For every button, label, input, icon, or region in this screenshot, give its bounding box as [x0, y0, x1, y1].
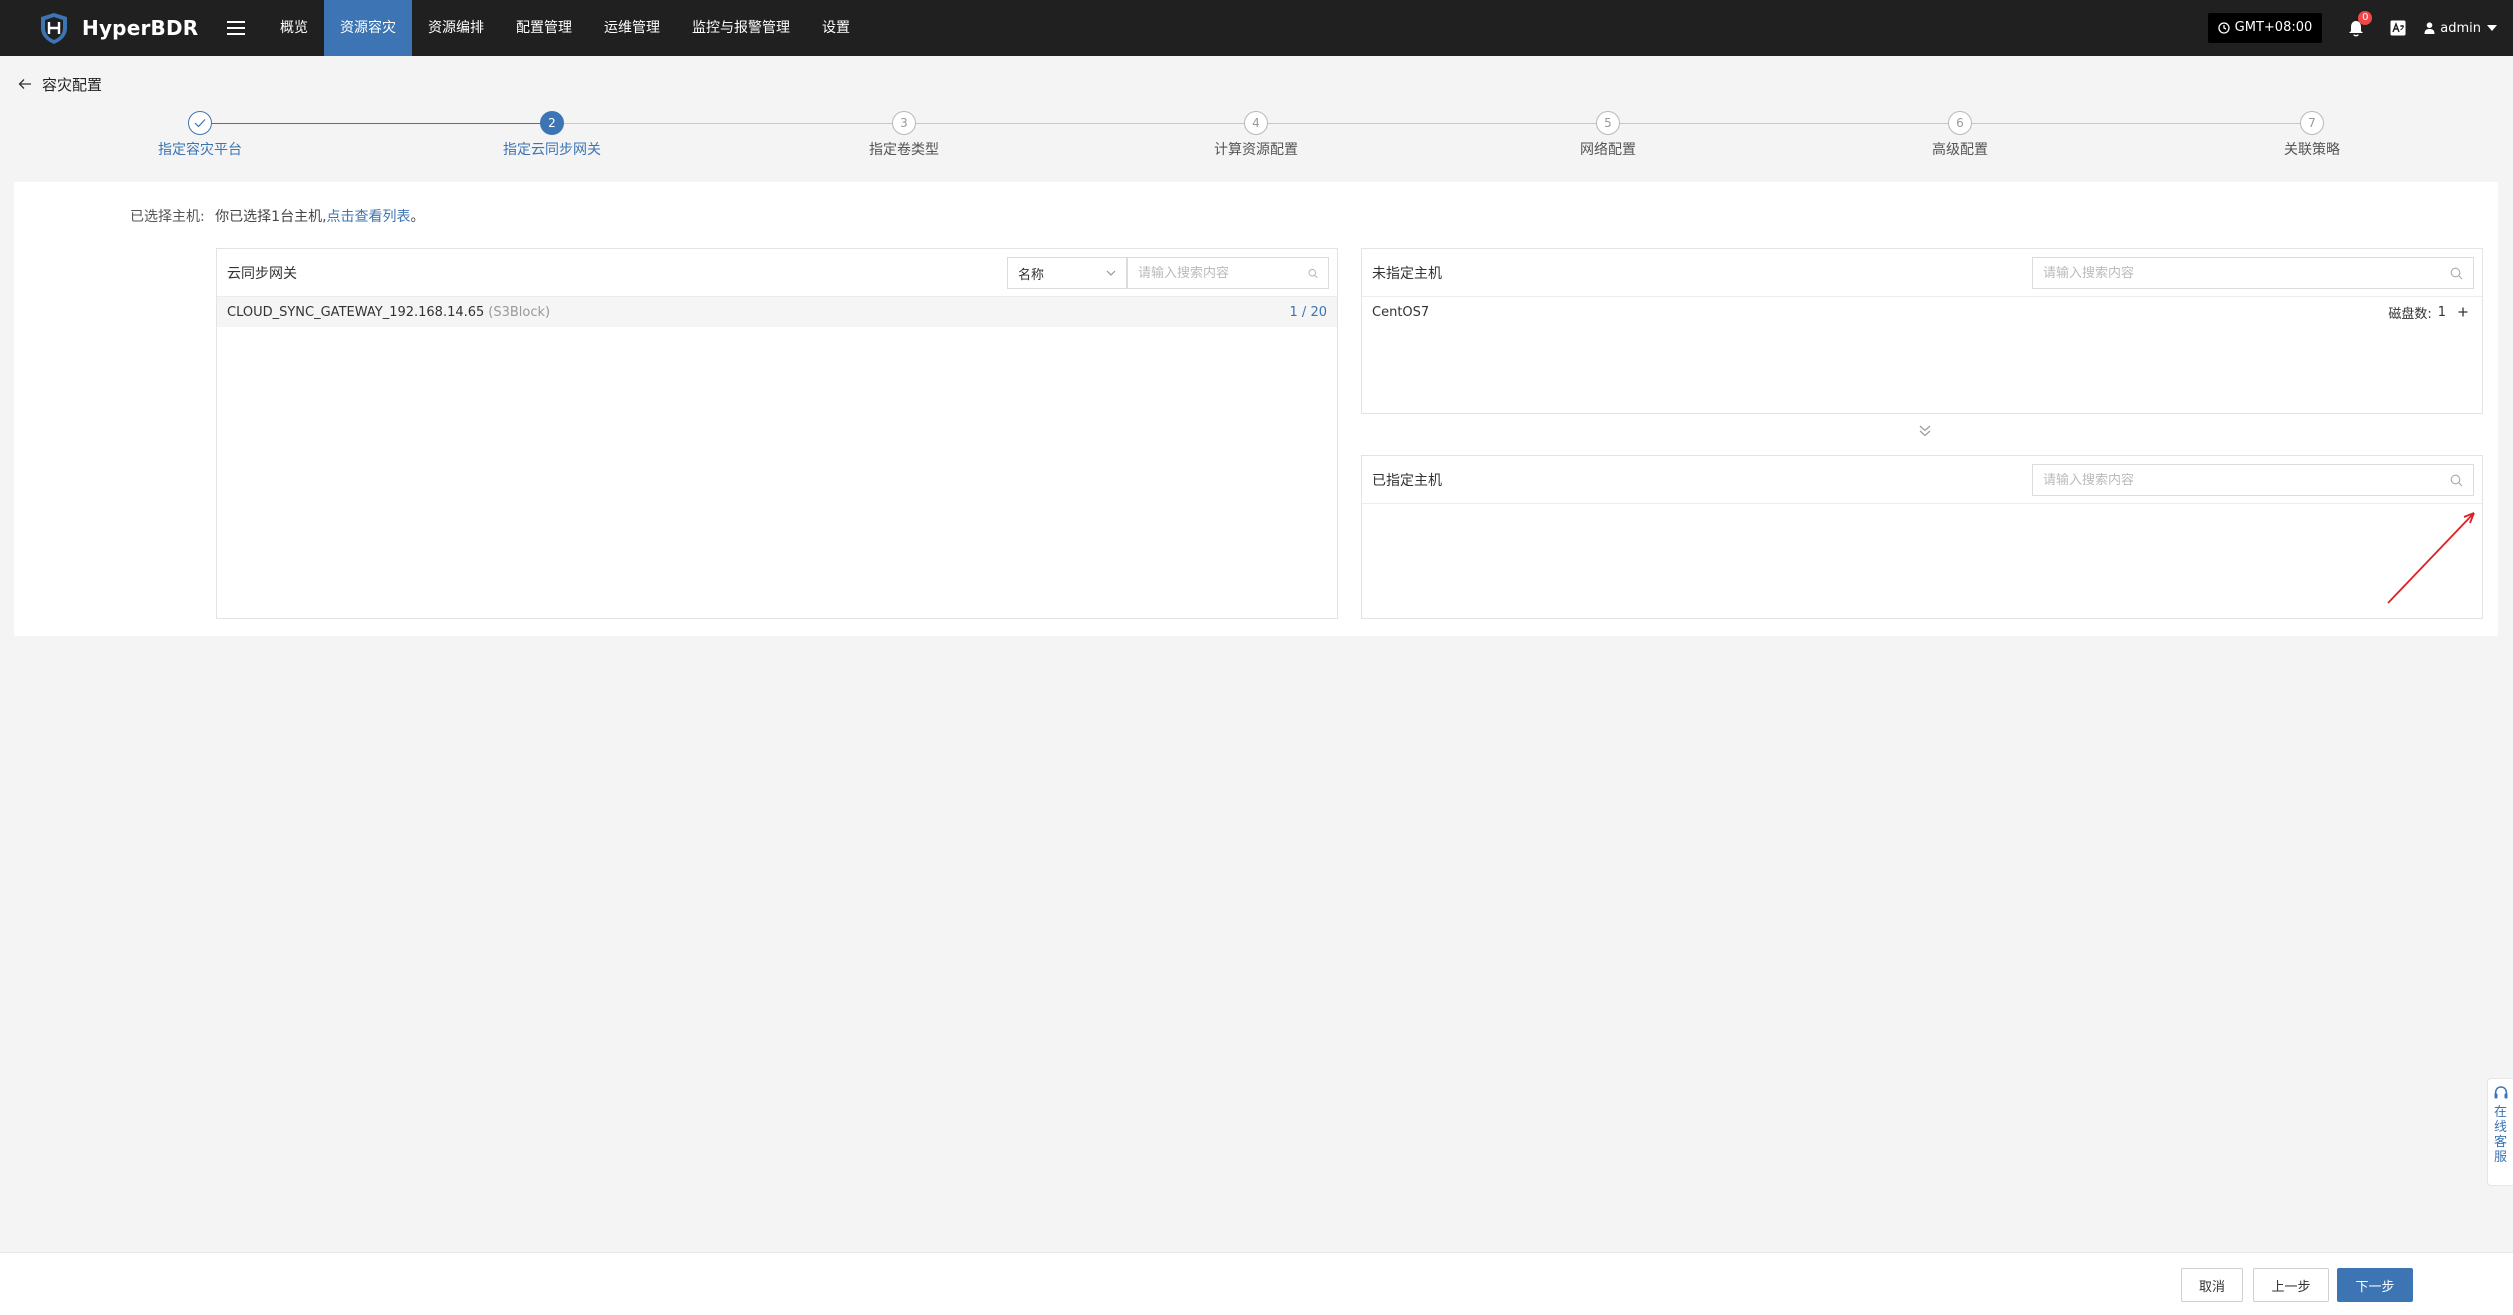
nav-item-config-management[interactable]: 配置管理	[500, 0, 588, 56]
step-circle: 6	[1948, 111, 1972, 135]
selected-hosts-line: 已选择主机: 你已选择1台主机,点击查看列表。	[130, 206, 425, 226]
unassigned-search-input[interactable]	[2043, 265, 2450, 281]
step-label: 网络配置	[1580, 142, 1636, 158]
gateway-filter-value: 名称	[1018, 267, 1045, 283]
chevron-down-icon	[1106, 270, 1116, 276]
selected-hosts-suffix: 。	[410, 209, 425, 225]
host-name: CentOS7	[1372, 304, 1430, 320]
nav-item-settings[interactable]: 设置	[806, 0, 866, 56]
main-nav: 概览 资源容灾 资源编排 配置管理 运维管理 监控与报警管理 设置	[264, 0, 866, 56]
cancel-button[interactable]: 取消	[2181, 1268, 2243, 1302]
step-7[interactable]: 7 关联策略	[2212, 108, 2412, 159]
step-label: 关联策略	[2284, 142, 2340, 158]
step-circle: 2	[540, 111, 564, 135]
disk-count-label: 磁盘数:	[2388, 306, 2432, 322]
shield-logo-icon	[41, 13, 67, 44]
next-step-button[interactable]: 下一步	[2337, 1268, 2413, 1302]
selected-hosts-label: 已选择主机:	[130, 209, 205, 225]
language-button[interactable]	[2388, 18, 2408, 38]
top-navbar: HyperBDR 概览 资源容灾 资源编排 配置管理 运维管理 监控与报警管理 …	[0, 0, 2513, 56]
caret-down-icon	[2487, 25, 2497, 31]
step-label: 指定容灾平台	[158, 142, 242, 158]
menu-toggle-button[interactable]	[214, 0, 258, 56]
step-label: 指定云同步网关	[503, 142, 601, 158]
translate-icon	[2390, 20, 2406, 36]
back-button[interactable]	[16, 75, 34, 93]
gateway-search	[1127, 257, 1329, 289]
step-circle	[188, 111, 212, 135]
assigned-panel-title: 已指定主机	[1372, 472, 1442, 489]
step-label: 计算资源配置	[1214, 142, 1298, 158]
gateway-filter-select[interactable]: 名称	[1007, 257, 1127, 289]
step-circle: 3	[892, 111, 916, 135]
headset-icon	[2494, 1086, 2507, 1099]
gateway-panel-header: 云同步网关 名称	[217, 249, 1337, 297]
user-name: admin	[2440, 20, 2481, 36]
unassigned-hosts-panel: 未指定主机 CentOS7 磁盘数: 1	[1361, 248, 2483, 414]
add-host-button[interactable]	[2456, 305, 2470, 319]
unassigned-panel-title: 未指定主机	[1372, 265, 1442, 282]
step-label: 高级配置	[1932, 142, 1988, 158]
step-1[interactable]: 指定容灾平台	[100, 108, 300, 159]
step-2[interactable]: 2 指定云同步网关	[452, 108, 652, 159]
notifications-button[interactable]: 0	[2344, 11, 2373, 40]
nav-item-orchestration[interactable]: 资源编排	[412, 0, 500, 56]
disk-count-group: 磁盘数: 1	[2388, 303, 2470, 322]
disk-count-value: 1	[2437, 304, 2446, 320]
unassigned-panel-header: 未指定主机	[1362, 249, 2482, 297]
assigned-hosts-panel: 已指定主机	[1361, 455, 2483, 619]
unassigned-search	[2032, 257, 2474, 289]
step-4[interactable]: 4 计算资源配置	[1156, 108, 1356, 159]
hamburger-icon	[227, 21, 245, 35]
brand-name: HyperBDR	[82, 16, 199, 40]
timezone-label: GMT+08:00	[2234, 20, 2313, 35]
step-6[interactable]: 6 高级配置	[1860, 108, 2060, 159]
gateway-panel-title: 云同步网关	[227, 265, 297, 282]
online-support-label: 在线客服	[2493, 1105, 2507, 1165]
plus-icon	[2458, 307, 2468, 317]
nav-item-disaster-recovery[interactable]: 资源容灾	[324, 0, 412, 56]
selected-hosts-text: 你已选择1台主机,	[215, 209, 327, 225]
gateway-search-input[interactable]	[1138, 265, 1308, 281]
step-circle: 4	[1244, 111, 1268, 135]
timezone-button[interactable]: GMT+08:00	[2207, 13, 2323, 43]
gateway-name: CLOUD_SYNC_GATEWAY_192.168.14.65	[227, 304, 485, 320]
assigned-panel-header: 已指定主机	[1362, 456, 2482, 504]
search-icon[interactable]	[2450, 267, 2463, 280]
page-title: 容灾配置	[42, 75, 103, 94]
user-icon	[2424, 22, 2435, 34]
view-host-list-link[interactable]: 点击查看列表	[327, 209, 411, 225]
notification-badge: 0	[2358, 11, 2373, 25]
brand-logo[interactable]: HyperBDR	[36, 0, 206, 56]
arrow-left-icon	[18, 79, 31, 89]
step-circle: 7	[2300, 111, 2324, 135]
double-chevron-down-icon[interactable]	[1918, 424, 1932, 438]
top-right-tools: GMT+08:00 0 admin	[2207, 0, 2513, 56]
step-circle: 5	[1596, 111, 1620, 135]
step-3[interactable]: 3 指定卷类型	[804, 108, 1004, 159]
host-row[interactable]: CentOS7 磁盘数: 1	[1362, 297, 2482, 327]
nav-item-monitoring-alerts[interactable]: 监控与报警管理	[676, 0, 806, 56]
config-card: 已选择主机: 你已选择1台主机,点击查看列表。 云同步网关 名称 CLOUD_S…	[14, 182, 2498, 636]
gateway-count: 1 / 20	[1289, 304, 1327, 320]
step-label: 指定卷类型	[869, 142, 939, 158]
check-icon	[194, 119, 206, 128]
wizard-steps: 指定容灾平台 2 指定云同步网关 3 指定卷类型 4 计算资源配置 5 网络配置…	[0, 108, 2513, 164]
online-support-button[interactable]: 在线客服	[2487, 1078, 2513, 1186]
step-5[interactable]: 5 网络配置	[1508, 108, 1708, 159]
wizard-footer: 取消 上一步 下一步	[0, 1252, 2513, 1315]
annotation-arrow-icon	[2387, 512, 2475, 604]
gateway-tag: (S3Block)	[488, 304, 551, 320]
prev-step-button[interactable]: 上一步	[2253, 1268, 2329, 1302]
page-header: 容灾配置	[16, 72, 102, 96]
gateway-panel: 云同步网关 名称 CLOUD_SYNC_GATEWAY_192.168.14.6…	[216, 248, 1338, 619]
clock-icon	[2218, 22, 2230, 34]
user-menu[interactable]: admin	[2424, 21, 2497, 36]
search-icon[interactable]	[1308, 267, 1318, 280]
nav-item-overview[interactable]: 概览	[264, 0, 324, 56]
gateway-row[interactable]: CLOUD_SYNC_GATEWAY_192.168.14.65 (S3Bloc…	[217, 297, 1337, 327]
nav-item-operations[interactable]: 运维管理	[588, 0, 676, 56]
